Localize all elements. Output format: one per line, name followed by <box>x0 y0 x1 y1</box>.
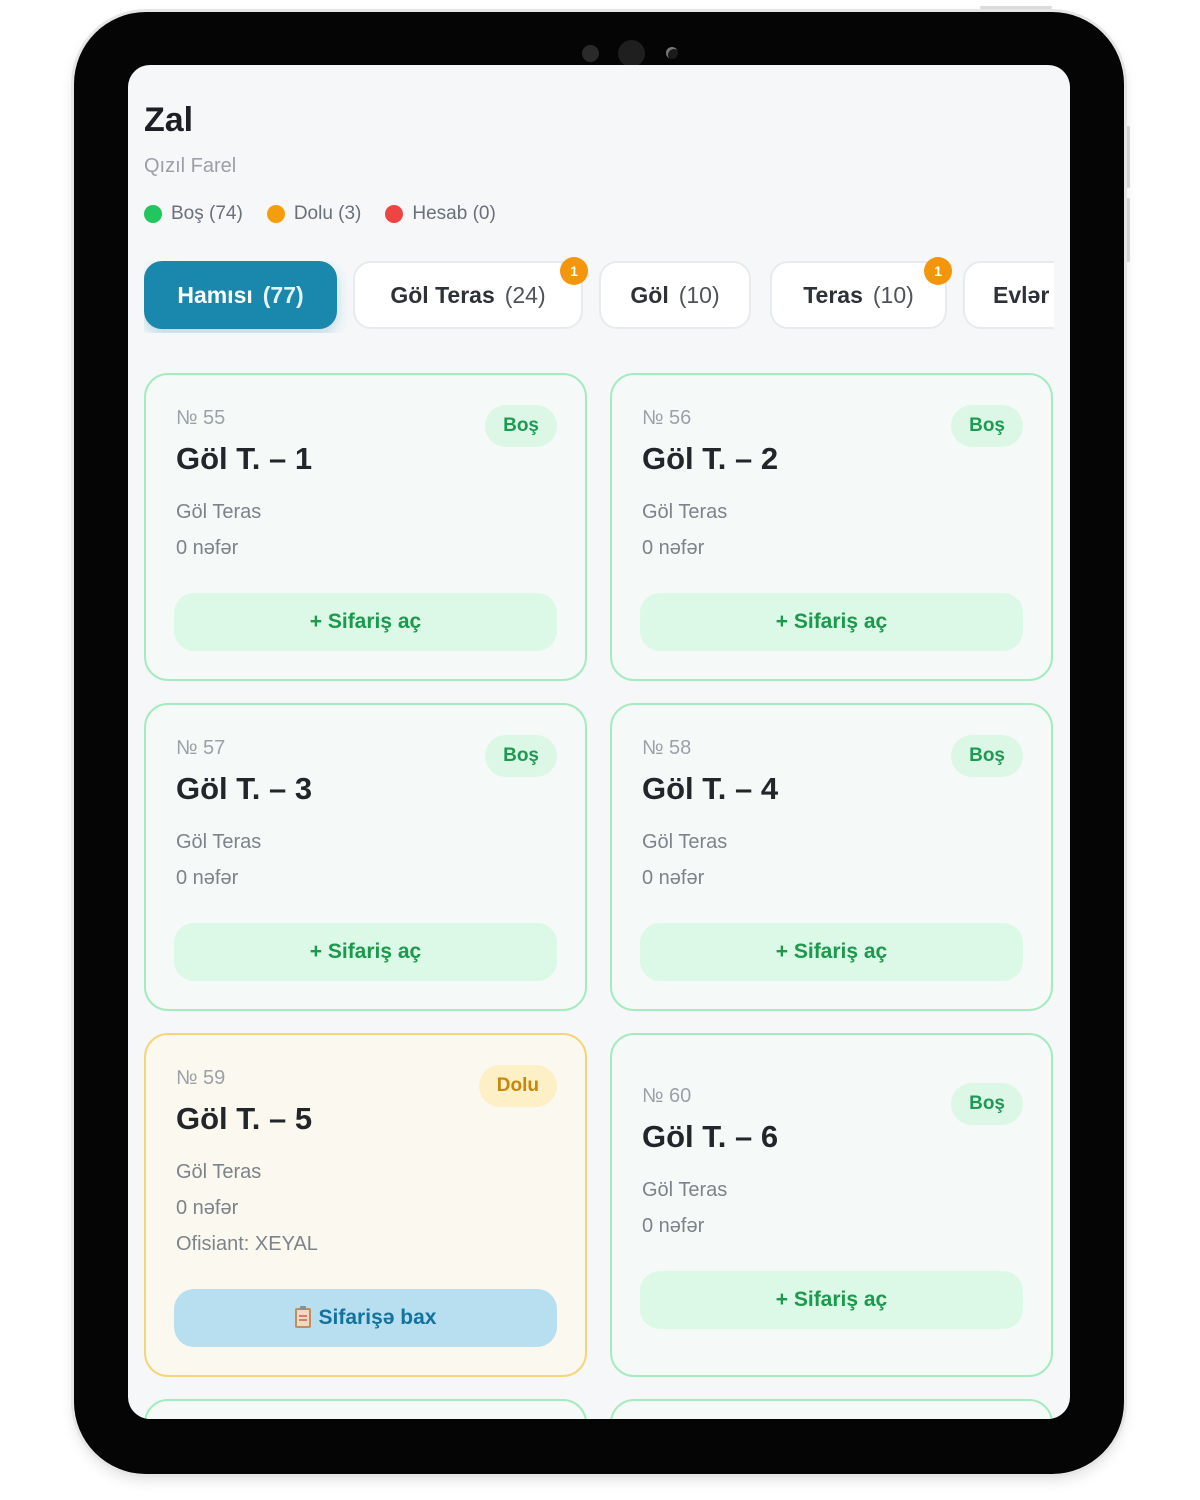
camera-icon <box>618 40 645 67</box>
legend-label: Hesab (0) <box>412 203 496 224</box>
table-waiter: Ofisiant: XEYAL <box>176 1233 318 1255</box>
status-badge: Boş <box>951 735 1023 777</box>
page-title: Zal <box>144 101 194 139</box>
tab-gol-teras[interactable]: Göl Teras (24) <box>353 261 583 329</box>
view-order-button[interactable]: Sifarişə bax <box>174 1289 557 1347</box>
table-seats: 0 nəfər <box>642 867 705 889</box>
legend-item-busy: Dolu (3) <box>266 203 362 225</box>
table-number: № 58 <box>642 737 692 759</box>
table-card[interactable]: № 60 Göl T. – 6 Boş Göl Teras 0 nəfər + … <box>610 1033 1053 1377</box>
table-card[interactable] <box>144 1399 587 1419</box>
status-badge: Boş <box>485 405 557 447</box>
table-number: № 59 <box>176 1067 226 1089</box>
open-order-button[interactable]: + Sifariş aç <box>174 593 557 651</box>
table-name: Göl T. – 1 <box>176 441 313 476</box>
tab-teras[interactable]: Teras (10) <box>770 261 947 329</box>
table-zone: Göl Teras <box>642 1179 728 1201</box>
green-dot-icon <box>144 205 162 223</box>
table-number: № 57 <box>176 737 226 759</box>
table-zone: Göl Teras <box>642 831 728 853</box>
table-zone: Göl Teras <box>176 501 262 523</box>
table-card[interactable]: № 58 Göl T. – 4 Boş Göl Teras 0 nəfər + … <box>610 703 1053 1011</box>
open-order-button[interactable]: + Sifariş aç <box>640 923 1023 981</box>
status-badge: Boş <box>485 735 557 777</box>
table-number: № 56 <box>642 407 692 429</box>
sensor-icon <box>582 45 599 62</box>
tab-badge: 1 <box>560 257 588 285</box>
device-top-button <box>980 6 1052 9</box>
open-order-button[interactable]: + Sifariş aç <box>174 923 557 981</box>
red-dot-icon <box>385 205 404 223</box>
lens-icon <box>666 47 678 59</box>
tab-count: (24) <box>504 281 546 308</box>
page-subtitle: Qızıl Farel <box>144 155 237 177</box>
clipboard-icon <box>294 1306 311 1328</box>
legend-item-free: Boş (74) <box>144 203 243 225</box>
status-badge: Dolu <box>478 1065 557 1107</box>
table-seats: 0 nəfər <box>642 1215 705 1237</box>
view-order-label: Sifarişə bax <box>318 1306 437 1329</box>
device-volume-down-button <box>1126 198 1130 262</box>
status-badge: Boş <box>951 405 1023 447</box>
zone-tabs: Hamısı (77) Göl Teras (24) Göl (10) Tera… <box>144 261 1054 333</box>
legend-label: Dolu (3) <box>293 203 362 224</box>
table-card[interactable]: № 57 Göl T. – 3 Boş Göl Teras 0 nəfər + … <box>144 703 587 1011</box>
table-card[interactable]: № 55 Göl T. – 1 Boş Göl Teras 0 nəfər + … <box>144 373 587 681</box>
legend-label: Boş (74) <box>171 203 243 224</box>
tab-label: Göl Teras <box>390 281 495 308</box>
tab-evler[interactable]: Evlər <box>963 261 1054 329</box>
tab-count: (10) <box>872 281 914 308</box>
table-card[interactable]: № 59 Göl T. – 5 Dolu Göl Teras 0 nəfər O… <box>144 1033 587 1377</box>
tab-count: (77) <box>262 281 304 308</box>
table-seats: 0 nəfər <box>642 537 705 559</box>
status-legend: Boş (74) Dolu (3) Hesab (0) <box>144 203 496 225</box>
orange-dot-icon <box>266 205 285 223</box>
table-number: № 60 <box>642 1085 692 1107</box>
open-order-button[interactable]: + Sifariş aç <box>640 1271 1023 1329</box>
table-name: Göl T. – 4 <box>642 771 779 806</box>
tab-label: Teras <box>803 281 863 308</box>
table-card[interactable] <box>610 1399 1053 1419</box>
table-seats: 0 nəfər <box>176 1197 239 1219</box>
tab-badge: 1 <box>924 257 952 285</box>
table-zone: Göl Teras <box>176 831 262 853</box>
tab-label: Göl <box>630 281 669 308</box>
table-zone: Göl Teras <box>642 501 728 523</box>
table-name: Göl T. – 6 <box>642 1119 779 1154</box>
table-zone: Göl Teras <box>176 1161 262 1183</box>
tab-gol[interactable]: Göl (10) <box>599 261 751 329</box>
table-card[interactable]: № 56 Göl T. – 2 Boş Göl Teras 0 nəfər + … <box>610 373 1053 681</box>
table-name: Göl T. – 3 <box>176 771 313 806</box>
table-name: Göl T. – 2 <box>642 441 779 476</box>
app-screen: Zal Qızıl Farel Boş (74) Dolu (3) Hesab … <box>128 65 1070 1419</box>
legend-item-bill: Hesab (0) <box>385 203 496 225</box>
tab-label: Hamısı <box>177 281 253 308</box>
status-badge: Boş <box>951 1083 1023 1125</box>
table-name: Göl T. – 5 <box>176 1101 313 1136</box>
table-seats: 0 nəfər <box>176 867 239 889</box>
tab-label: Evlər <box>993 281 1050 308</box>
open-order-button[interactable]: + Sifariş aç <box>640 593 1023 651</box>
tab-count: (10) <box>678 281 720 308</box>
table-number: № 55 <box>176 407 226 429</box>
table-seats: 0 nəfər <box>176 537 239 559</box>
device-volume-up-button <box>1126 126 1130 188</box>
tab-all[interactable]: Hamısı (77) <box>144 261 337 329</box>
